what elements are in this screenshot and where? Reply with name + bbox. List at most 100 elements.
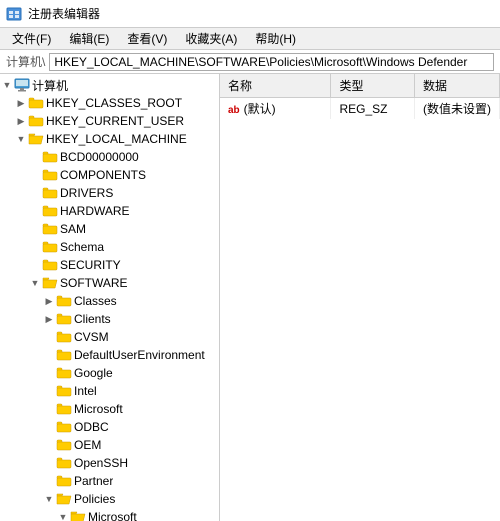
folder-icon-bcd bbox=[42, 150, 58, 164]
col-type: 类型 bbox=[331, 74, 415, 98]
folder-icon-defaultuserenv bbox=[56, 348, 72, 362]
tree-toggle-computer[interactable]: ▼ bbox=[0, 78, 14, 92]
tree-item-partner[interactable]: Partner bbox=[0, 472, 219, 490]
tree-item-hkcu[interactable]: ▶HKEY_CURRENT_USER bbox=[0, 112, 219, 130]
tree-item-odbc[interactable]: ODBC bbox=[0, 418, 219, 436]
folder-icon-policies bbox=[56, 492, 72, 506]
tree-toggle-openssh bbox=[42, 456, 56, 470]
tree-label-classes: Classes bbox=[74, 294, 117, 308]
ab-icon: ab bbox=[228, 105, 240, 116]
tree-toggle-hklm[interactable]: ▼ bbox=[14, 132, 28, 146]
menu-view[interactable]: 查看(V) bbox=[119, 28, 175, 49]
tree-toggle-defaultuserenv bbox=[42, 348, 56, 362]
tree-item-oem[interactable]: OEM bbox=[0, 436, 219, 454]
tree-toggle-hkcr[interactable]: ▶ bbox=[14, 96, 28, 110]
tree-item-google[interactable]: Google bbox=[0, 364, 219, 382]
tree-item-policies[interactable]: ▼ Policies bbox=[0, 490, 219, 508]
tree-toggle-hkcu[interactable]: ▶ bbox=[14, 114, 28, 128]
tree-toggle-bcd bbox=[28, 150, 42, 164]
folder-icon-openssh bbox=[56, 456, 72, 470]
tree-label-clients: Clients bbox=[74, 312, 111, 326]
tree-item-defaultuserenv[interactable]: DefaultUserEnvironment bbox=[0, 346, 219, 364]
tree-label-microsoft2: Microsoft bbox=[88, 510, 137, 521]
tree-label-computer: 计算机 bbox=[32, 77, 68, 94]
menu-edit[interactable]: 编辑(E) bbox=[61, 28, 117, 49]
tree-item-clients[interactable]: ▶ Clients bbox=[0, 310, 219, 328]
tree-item-drivers[interactable]: DRIVERS bbox=[0, 184, 219, 202]
tree-label-components: COMPONENTS bbox=[60, 168, 146, 182]
tree-toggle-intel bbox=[42, 384, 56, 398]
tree-toggle-hardware bbox=[28, 204, 42, 218]
folder-icon-clients bbox=[56, 312, 72, 326]
tree-toggle-policies[interactable]: ▼ bbox=[42, 492, 56, 506]
folder-icon-intel bbox=[56, 384, 72, 398]
reg-type: REG_SZ bbox=[331, 98, 415, 120]
folder-icon-oem bbox=[56, 438, 72, 452]
tree-toggle-microsoft2[interactable]: ▼ bbox=[56, 510, 70, 521]
title-bar-text: 注册表编辑器 bbox=[28, 5, 100, 22]
tree-item-hkcr[interactable]: ▶ HKEY_CLASSES_ROOT bbox=[0, 94, 219, 112]
tree-label-drivers: DRIVERS bbox=[60, 186, 113, 200]
folder-icon-microsoft2 bbox=[70, 510, 86, 521]
folder-icon-security bbox=[42, 258, 58, 272]
tree-toggle-odbc bbox=[42, 420, 56, 434]
regedit-icon bbox=[6, 6, 22, 22]
tree-item-microsoft[interactable]: Microsoft bbox=[0, 400, 219, 418]
tree-item-intel[interactable]: Intel bbox=[0, 382, 219, 400]
tree-toggle-software[interactable]: ▼ bbox=[28, 276, 42, 290]
tree-label-policies: Policies bbox=[74, 492, 115, 506]
tree-label-security: SECURITY bbox=[60, 258, 121, 272]
menu-file[interactable]: 文件(F) bbox=[4, 28, 59, 49]
tree-item-security[interactable]: SECURITY bbox=[0, 256, 219, 274]
tree-item-bcd[interactable]: BCD00000000 bbox=[0, 148, 219, 166]
menu-bar: 文件(F) 编辑(E) 查看(V) 收藏夹(A) 帮助(H) bbox=[0, 28, 500, 50]
folder-icon-google bbox=[56, 366, 72, 380]
folder-icon-microsoft bbox=[56, 402, 72, 416]
tree-label-sam: SAM bbox=[60, 222, 86, 236]
tree-panel[interactable]: ▼ 计算机 ▶ HKEY_CLASSES_ROOT ▶HKEY_CURRENT_USER… bbox=[0, 74, 220, 521]
folder-icon-components bbox=[42, 168, 58, 182]
reg-data: (数值未设置) bbox=[414, 98, 499, 120]
tree-item-software[interactable]: ▼SOFTWARE bbox=[0, 274, 219, 292]
menu-help[interactable]: 帮助(H) bbox=[247, 28, 304, 49]
tree-item-hardware[interactable]: HARDWARE bbox=[0, 202, 219, 220]
tree-item-cvsm[interactable]: CVSM bbox=[0, 328, 219, 346]
folder-icon-cvsm bbox=[56, 330, 72, 344]
tree-toggle-google bbox=[42, 366, 56, 380]
tree-label-microsoft: Microsoft bbox=[74, 402, 123, 416]
tree-item-openssh[interactable]: OpenSSH bbox=[0, 454, 219, 472]
tree-toggle-clients[interactable]: ▶ bbox=[42, 312, 56, 326]
folder-icon-partner bbox=[56, 474, 72, 488]
folder-icon-hklm bbox=[28, 132, 44, 146]
tree-toggle-oem bbox=[42, 438, 56, 452]
tree-toggle-security bbox=[28, 258, 42, 272]
tree-toggle-classes[interactable]: ▶ bbox=[42, 294, 56, 308]
folder-icon-drivers bbox=[42, 186, 58, 200]
tree-toggle-drivers bbox=[28, 186, 42, 200]
address-label: 计算机\ bbox=[6, 53, 45, 70]
tree-toggle-cvsm bbox=[42, 330, 56, 344]
tree-item-components[interactable]: COMPONENTS bbox=[0, 166, 219, 184]
tree-item-sam[interactable]: SAM bbox=[0, 220, 219, 238]
tree-item-schema[interactable]: Schema bbox=[0, 238, 219, 256]
tree-toggle-components bbox=[28, 168, 42, 182]
computer-icon-computer bbox=[14, 78, 30, 92]
folder-icon-odbc bbox=[56, 420, 72, 434]
address-path[interactable]: HKEY_LOCAL_MACHINE\SOFTWARE\Policies\Mic… bbox=[49, 53, 494, 71]
tree-toggle-schema bbox=[28, 240, 42, 254]
menu-favorites[interactable]: 收藏夹(A) bbox=[177, 28, 245, 49]
tree-label-defaultuserenv: DefaultUserEnvironment bbox=[74, 348, 205, 362]
title-bar: 注册表编辑器 bbox=[0, 0, 500, 28]
tree-toggle-partner bbox=[42, 474, 56, 488]
tree-label-hklm: HKEY_LOCAL_MACHINE bbox=[46, 132, 187, 146]
col-name: 名称 bbox=[220, 74, 331, 98]
tree-item-computer[interactable]: ▼ 计算机 bbox=[0, 76, 219, 94]
address-bar: 计算机\ HKEY_LOCAL_MACHINE\SOFTWARE\Policie… bbox=[0, 50, 500, 74]
tree-item-classes[interactable]: ▶ Classes bbox=[0, 292, 219, 310]
tree-label-google: Google bbox=[74, 366, 113, 380]
table-row[interactable]: ab(默认)REG_SZ(数值未设置) bbox=[220, 98, 500, 120]
tree-item-microsoft2[interactable]: ▼ Microsoft bbox=[0, 508, 219, 521]
folder-icon-sam bbox=[42, 222, 58, 236]
tree-item-hklm[interactable]: ▼ HKEY_LOCAL_MACHINE bbox=[0, 130, 219, 148]
tree-label-hkcr: HKEY_CLASSES_ROOT bbox=[46, 96, 182, 110]
